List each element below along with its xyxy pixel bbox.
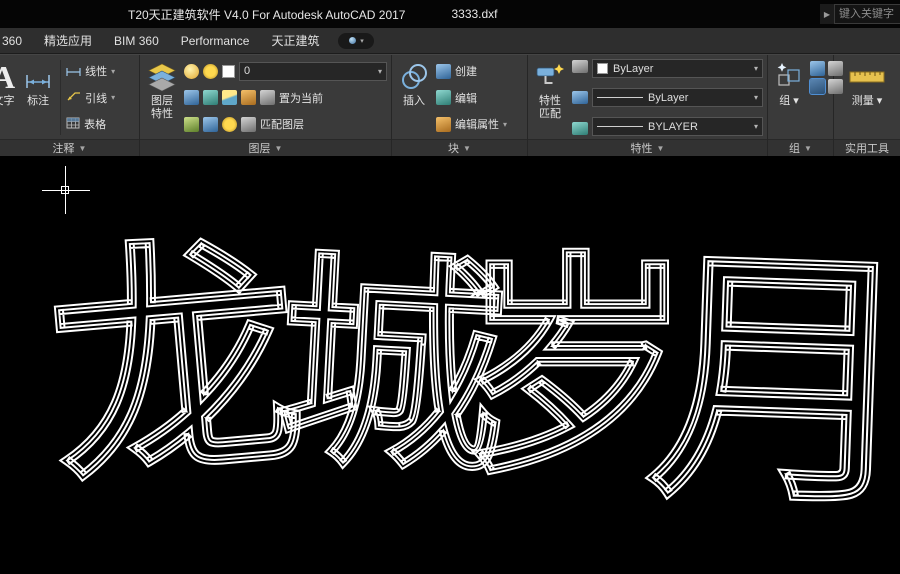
panel-expand-icon: ▼ — [656, 143, 665, 153]
edit-attributes-button[interactable]: 编辑属性 ▾ — [436, 112, 523, 136]
panel-expand-icon: ▼ — [274, 143, 283, 153]
layer-isolate-icon[interactable] — [184, 90, 199, 105]
panel-footer-annotate[interactable]: 注释 ▼ — [0, 139, 139, 156]
panel-group: 组 ▾ 组 ▼ — [768, 55, 843, 156]
chevron-down-icon: ▾ — [377, 66, 382, 76]
capture-tool-icon[interactable]: ▾ — [338, 32, 375, 49]
panel-footer-properties[interactable]: 特性 ▼ — [528, 139, 767, 156]
capture-dot-icon — [349, 37, 357, 44]
chevron-down-icon: ▾ — [111, 66, 116, 76]
match-layer-button[interactable]: 匹配图层 — [260, 116, 304, 132]
menu-item-performance[interactable]: Performance — [170, 28, 261, 53]
chevron-down-icon: ▾ — [753, 64, 758, 73]
chevron-down-icon: ▾ — [753, 122, 758, 131]
linear-dim-icon — [66, 64, 81, 79]
group-button[interactable]: 组 ▾ — [772, 58, 806, 137]
panel-block: 插入 创建 编辑 编辑属性 ▾ 块 ▼ — [392, 55, 528, 156]
panel-expand-icon: ▼ — [463, 143, 471, 153]
linetype-select[interactable]: ByLayer ▾ — [592, 88, 763, 107]
quick-select-icon[interactable] — [572, 122, 588, 135]
insert-block-button[interactable]: 插入 — [396, 58, 432, 137]
panel-footer-block[interactable]: 块 ▼ — [392, 139, 527, 156]
match-properties-icon — [534, 59, 566, 95]
app-title: T20天正建筑软件 V4.0 For Autodesk AutoCAD 2017 — [128, 7, 406, 22]
panel-expand-icon: ▼ — [78, 143, 87, 153]
object-color-select[interactable]: ByLayer ▾ — [592, 59, 763, 78]
match-properties-button[interactable]: 特性 匹配 — [532, 58, 568, 137]
menu-item-tianzheng[interactable]: 天正建筑 — [260, 28, 330, 53]
title-bar: T20天正建筑软件 V4.0 For Autodesk AutoCAD 2017… — [0, 0, 900, 28]
file-name: 3333.dxf — [451, 7, 498, 21]
lineweight-select[interactable]: BYLAYER ▾ — [592, 117, 763, 136]
panel-expand-icon: ▼ — [804, 143, 812, 153]
create-block-icon — [436, 63, 451, 79]
layer-lock-icon[interactable] — [260, 90, 275, 105]
drawing-canvas[interactable]: 龙 城 岁 月 — [0, 156, 900, 574]
panel-footer-layers[interactable]: 图层 ▼ — [140, 139, 391, 156]
edit-attributes-icon — [436, 116, 451, 132]
title-bar-right: ▶ — [820, 4, 900, 24]
properties-palette-icon[interactable] — [572, 60, 588, 73]
panel-layers: 图层 特性 0 ▾ 置为当前 匹配图层 图层 ▼ — [140, 55, 392, 156]
set-current-button[interactable]: 置为当前 — [279, 90, 323, 106]
group-icon — [774, 59, 804, 95]
table-button[interactable]: 表格 — [66, 112, 135, 136]
chevron-down-icon: ▾ — [111, 93, 116, 102]
ungroup-icon[interactable] — [810, 61, 825, 76]
panel-properties: 特性 匹配 ByLayer ▾ ByLayer ▾ BYLAYER ▾ 特性 ▼ — [528, 55, 768, 156]
search-expand-icon[interactable]: ▶ — [820, 4, 834, 24]
layer-thaw-all-icon[interactable] — [222, 116, 237, 132]
panel-annotate: A 文字 标注 — [0, 55, 140, 156]
chevron-down-icon: ▾ — [876, 95, 883, 107]
layer-walk-icon[interactable] — [241, 116, 256, 132]
layer-color-chip[interactable] — [222, 64, 235, 78]
menu-item-bim360[interactable]: BIM 360 — [103, 28, 170, 53]
mtext-icon: A — [0, 58, 16, 95]
layer-prev-icon[interactable] — [184, 116, 199, 132]
layer-stack-icon — [146, 59, 178, 95]
lineweight-sample — [597, 126, 643, 127]
leader-icon — [66, 90, 81, 105]
menu-item-360[interactable]: 360 — [0, 28, 33, 53]
search-input[interactable] — [834, 4, 900, 24]
chevron-down-icon: ▾ — [503, 119, 508, 129]
chevron-down-icon: ▾ — [793, 95, 799, 107]
layer-thaw-sun-icon[interactable] — [203, 63, 218, 79]
color-swatch — [597, 63, 608, 74]
autocad-window: T20天正建筑软件 V4.0 For Autodesk AutoCAD 2017… — [0, 0, 900, 574]
chevron-down-icon: ▾ — [753, 93, 758, 102]
layer-on-bulb-icon[interactable] — [184, 63, 199, 79]
dimension-icon — [23, 59, 53, 95]
leader-button[interactable]: 引线 ▾ — [66, 86, 135, 110]
calligraphy-char-4: 月 — [643, 219, 900, 543]
calligraphy-outline-drawing: 龙 城 岁 月 — [37, 204, 900, 544]
measure-button[interactable]: 测量 ▾ — [847, 58, 887, 137]
layer-select[interactable]: 0 ▾ — [239, 61, 387, 81]
dimension-button[interactable]: 标注 — [21, 58, 55, 137]
layer-unlock-icon[interactable] — [203, 116, 218, 132]
table-icon — [66, 117, 80, 132]
insert-block-icon — [398, 59, 430, 95]
panel-footer-utilities[interactable]: 实用工具 — [834, 139, 900, 156]
linear-dim-button[interactable]: 线性 ▾ — [66, 59, 135, 83]
chevron-down-icon: ▾ — [360, 37, 364, 45]
layer-off-icon[interactable] — [241, 90, 256, 105]
divider — [60, 60, 62, 135]
list-icon[interactable] — [572, 91, 588, 104]
edit-block-button[interactable]: 编辑 — [436, 86, 523, 110]
mtext-button[interactable]: A 文字 — [0, 58, 17, 137]
linetype-sample — [597, 97, 643, 98]
ruler-icon — [849, 59, 885, 95]
menu-bar: 360 精选应用 BIM 360 Performance 天正建筑 ▾ — [0, 28, 900, 54]
panel-footer-group[interactable]: 组 ▼ — [768, 139, 833, 156]
group-selection-toggle-icon[interactable] — [809, 78, 826, 95]
menu-item-featured-apps[interactable]: 精选应用 — [33, 28, 103, 53]
create-block-button[interactable]: 创建 — [436, 59, 523, 83]
layer-unisolate-icon[interactable] — [203, 90, 218, 105]
layer-properties-button[interactable]: 图层 特性 — [144, 58, 180, 137]
edit-block-icon — [436, 90, 451, 105]
ribbon: A 文字 标注 — [0, 54, 900, 156]
panel-utilities: 测量 ▾ 实用工具 — [834, 55, 900, 156]
layer-freeze-icon[interactable] — [222, 90, 237, 105]
